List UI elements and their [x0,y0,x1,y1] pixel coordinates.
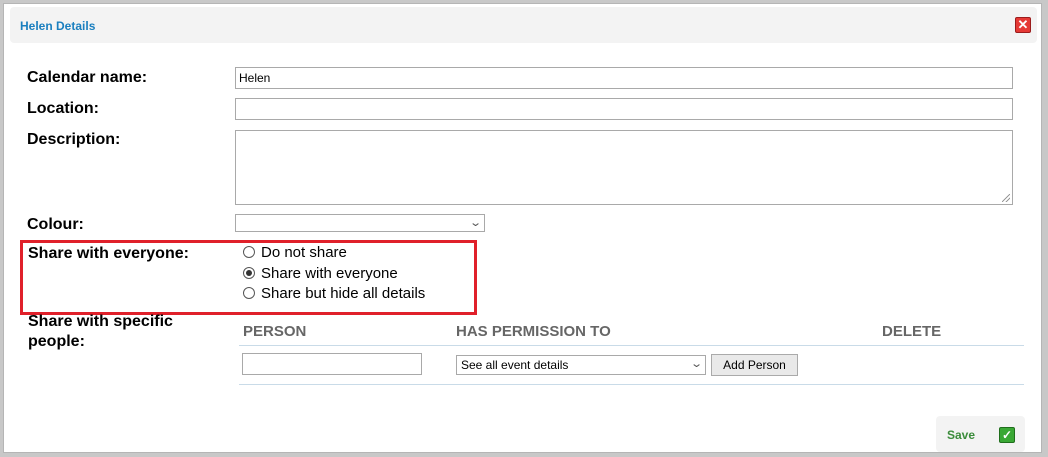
close-icon[interactable]: ✕ [1015,17,1031,33]
radio-button-checked[interactable] [243,267,255,279]
radio-label: Do not share [261,244,347,261]
radio-share-with-everyone[interactable]: Share with everyone [243,265,398,285]
radio-label: Share but hide all details [261,285,426,302]
table-divider [239,345,1024,346]
share-specific-label-line2: people: [28,333,85,350]
location-label: Location: [27,100,99,117]
location-input[interactable] [235,98,1013,120]
radio-share-hide-details[interactable]: Share but hide all details [243,285,425,305]
colour-select[interactable]: ⌄ [235,214,485,232]
chevron-down-icon: ⌄ [689,358,703,370]
calendar-details-dialog: Helen Details ✕ Calendar name: Location:… [3,3,1042,453]
description-label: Description: [27,131,121,148]
column-header-delete: DELETE [882,323,942,340]
radio-button[interactable] [243,246,255,258]
dialog-title: Helen Details [20,19,96,33]
column-header-permission: HAS PERMISSION TO [456,323,611,340]
share-specific-label-line1: Share with specific [28,313,173,330]
calendar-name-input[interactable] [235,67,1013,89]
colour-label: Colour: [27,216,84,233]
radio-do-not-share[interactable]: Do not share [243,244,347,264]
share-everyone-label: Share with everyone: [28,245,189,262]
permission-select-value: See all event details [461,358,569,372]
save-button[interactable]: Save ✓ [936,416,1025,452]
add-person-button[interactable]: Add Person [711,354,798,376]
dialog-titlebar: Helen Details ✕ [10,7,1037,43]
radio-button[interactable] [243,287,255,299]
description-textarea[interactable] [235,130,1013,205]
checkmark-icon: ✓ [999,427,1015,443]
table-divider [239,384,1024,385]
calendar-name-label: Calendar name: [27,69,148,86]
permission-select[interactable]: See all event details ⌄ [456,355,706,375]
column-header-person: PERSON [243,323,307,340]
person-input[interactable] [242,353,422,375]
save-label: Save [947,428,976,442]
resize-grip-icon[interactable] [1002,194,1010,202]
chevron-down-icon: ⌄ [468,217,482,229]
radio-label: Share with everyone [261,265,398,282]
